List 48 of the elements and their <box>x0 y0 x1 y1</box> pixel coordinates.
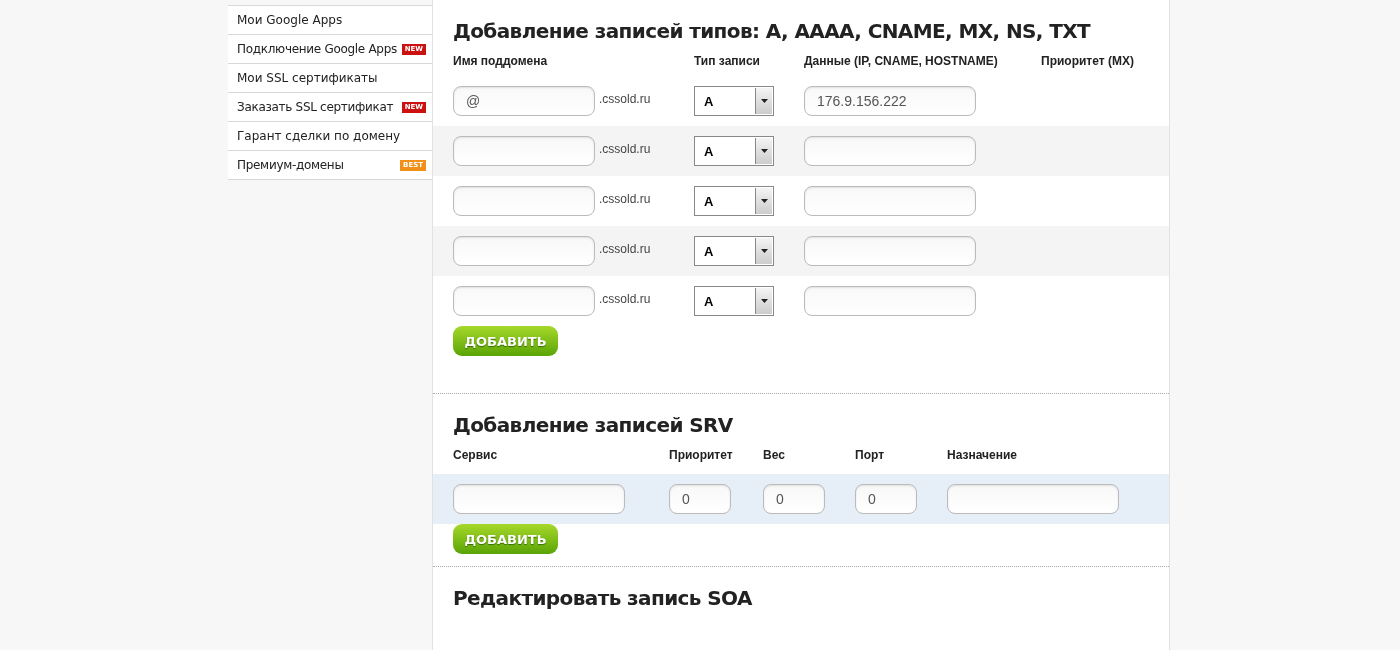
select-value: A <box>703 92 714 111</box>
service-field[interactable] <box>453 484 625 514</box>
subdomain-field[interactable] <box>453 136 595 166</box>
sidebar-item[interactable]: Мои Google Apps <box>228 5 432 34</box>
subdomain-field[interactable] <box>453 186 595 216</box>
sidebar-item[interactable]: Заказать SSL сертификат <box>237 100 394 114</box>
record-type-select[interactable]: A <box>694 186 774 216</box>
column-header: Тип записи <box>694 54 761 68</box>
subdomain-field[interactable] <box>453 236 595 266</box>
sidebar-item[interactable]: Мои SSL сертификаты <box>228 63 432 92</box>
target-field[interactable] <box>947 484 1119 514</box>
data-field[interactable]: 176.9.156.222 <box>804 86 976 116</box>
subdomain-field[interactable]: @ <box>453 86 595 116</box>
section-heading: Добавление записей типов: A, AAAA, CNAME, MX, NS, TXT <box>452 18 1092 45</box>
record-type-select[interactable]: A <box>694 86 774 116</box>
section-heading: Редактировать запись SOA <box>452 585 753 612</box>
section-heading: Добавление записей SRV <box>452 412 734 439</box>
record-type-select[interactable]: A <box>694 236 774 266</box>
select-value: A <box>703 142 714 161</box>
port-field[interactable]: 0 <box>855 484 917 514</box>
column-header: Данные (IP, CNAME, HOSTNAME) <box>804 54 999 68</box>
record-type-select[interactable]: A <box>694 286 774 316</box>
sidebar-item[interactable]: Гарант сделки по домену <box>228 121 432 150</box>
weight-field[interactable]: 0 <box>763 484 825 514</box>
domain-suffix: .cssold.ru <box>599 142 651 156</box>
sidebar-item[interactable]: Премиум-домены <box>237 158 344 172</box>
column-header: Назначение <box>947 448 1018 462</box>
select-value: A <box>703 292 714 311</box>
column-header: Порт <box>855 448 885 462</box>
data-field[interactable] <box>804 236 976 266</box>
column-header: Вес <box>763 448 786 462</box>
priority-field[interactable]: 0 <box>669 484 731 514</box>
select-value: A <box>703 192 714 211</box>
column-header: Сервис <box>453 448 499 462</box>
column-header: Имя поддомена <box>453 54 549 68</box>
domain-suffix: .cssold.ru <box>599 292 651 306</box>
column-header: Приоритет <box>669 448 734 462</box>
domain-suffix: .cssold.ru <box>599 192 651 206</box>
subdomain-field[interactable] <box>453 286 595 316</box>
domain-suffix: .cssold.ru <box>599 242 651 256</box>
domain-suffix: .cssold.ru <box>599 92 651 106</box>
data-field[interactable] <box>804 136 976 166</box>
sidebar-item[interactable]: Подключение Google Apps <box>237 42 397 56</box>
data-field[interactable] <box>804 286 976 316</box>
select-value: A <box>703 242 714 261</box>
data-field[interactable] <box>804 186 976 216</box>
column-header: Приоритет (MX) <box>1041 54 1135 68</box>
record-type-select[interactable]: A <box>694 136 774 166</box>
